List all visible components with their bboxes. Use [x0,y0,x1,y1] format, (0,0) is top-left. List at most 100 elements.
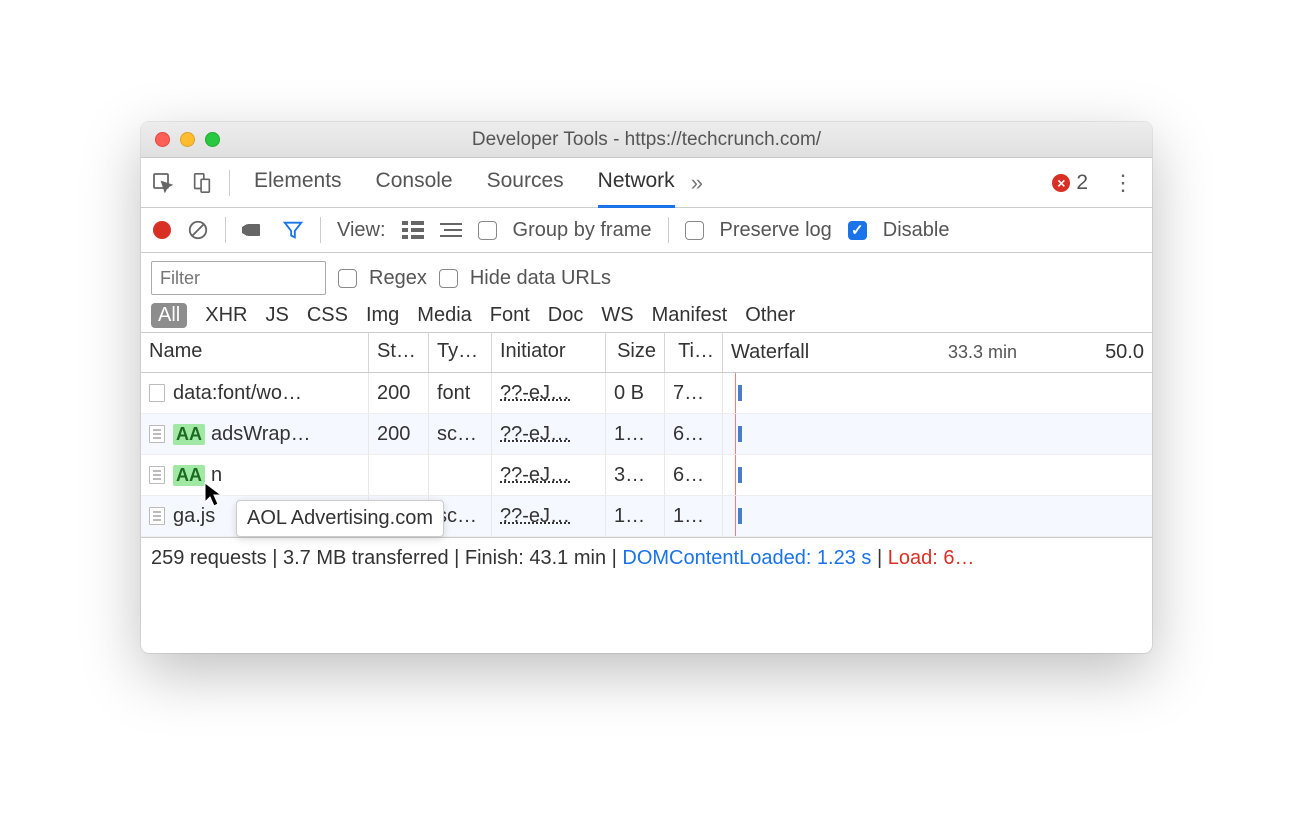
request-initiator[interactable]: ??-eJ… [492,496,606,536]
request-type: font [429,373,492,413]
table-row[interactable]: data:font/wo… 200 font ??-eJ… 0 B 7… [141,373,1152,414]
table-row[interactable]: AAn ??-eJ… 3… 6… [141,455,1152,496]
tab-sources[interactable]: Sources [487,157,564,208]
col-name[interactable]: Name [141,333,369,372]
request-waterfall [723,414,1152,454]
clear-icon[interactable] [187,219,209,241]
request-time: 7… [665,373,723,413]
window-max-icon[interactable] [205,132,220,147]
request-initiator[interactable]: ??-eJ… [492,373,606,413]
request-initiator[interactable]: ??-eJ… [492,455,606,495]
view-small-icon[interactable] [440,221,462,239]
separator [320,217,321,243]
filter-js[interactable]: JS [265,304,288,327]
request-status [369,455,429,495]
capture-icon[interactable] [242,221,266,239]
tab-elements[interactable]: Elements [254,157,342,208]
filter-manifest[interactable]: Manifest [652,304,728,327]
regex-label: Regex [369,267,427,290]
filter-img[interactable]: Img [366,304,399,327]
menu-icon[interactable]: ⋮ [1104,170,1142,196]
disable-label: Disable [883,219,950,242]
record-icon[interactable] [153,221,171,239]
tab-console[interactable]: Console [376,157,453,208]
request-status: 200 [369,414,429,454]
file-icon [149,507,165,525]
window-title: Developer Tools - https://techcrunch.com… [472,129,821,151]
request-size: 1… [606,496,665,536]
request-size: 1… [606,414,665,454]
more-tabs-icon[interactable]: » [691,170,703,196]
tab-network[interactable]: Network [598,157,675,208]
file-icon [149,425,165,443]
filter-input[interactable] [151,261,326,295]
hide-urls-label: Hide data URLs [470,267,611,290]
request-size: 3… [606,455,665,495]
request-waterfall [723,455,1152,495]
col-type[interactable]: Ty… [429,333,492,372]
filter-all[interactable]: All [151,303,187,328]
main-toolbar: Elements Console Sources Network » 2 ⋮ [141,158,1152,208]
ad-badge-icon: AA [173,424,205,445]
inspect-icon[interactable] [151,171,175,195]
request-time: 6… [665,414,723,454]
filter-icon[interactable] [282,219,304,241]
error-icon [1052,174,1070,192]
request-status: 200 [369,373,429,413]
status-finish: Finish: 43.1 min [465,547,606,570]
request-size: 0 B [606,373,665,413]
request-time: 6… [665,455,723,495]
error-count[interactable]: 2 [1052,171,1088,195]
filter-css[interactable]: CSS [307,304,348,327]
separator [225,217,226,243]
request-time: 1… [665,496,723,536]
file-icon [149,466,165,484]
col-initiator[interactable]: Initiator [492,333,606,372]
filter-other[interactable]: Other [745,304,795,327]
request-waterfall [723,373,1152,413]
waterfall-tick: 33.3 min [948,342,1017,363]
col-status[interactable]: St… [369,333,429,372]
window-close-icon[interactable] [155,132,170,147]
file-icon [149,384,165,402]
request-name: data:font/wo… [173,382,302,405]
preserve-checkbox[interactable] [685,221,704,240]
devtools-window: Developer Tools - https://techcrunch.com… [141,122,1152,653]
filter-font[interactable]: Font [490,304,530,327]
request-name: adsWrap… [211,423,311,446]
waterfall-label: Waterfall [731,341,809,364]
separator [668,217,669,243]
error-number: 2 [1076,171,1088,195]
network-toolbar: View: Group by frame Preserve log Disabl… [141,208,1152,253]
request-type: sc… [429,414,492,454]
traffic-lights [155,132,220,147]
filter-media[interactable]: Media [417,304,471,327]
col-size[interactable]: Size [606,333,665,372]
request-waterfall [723,496,1152,536]
disable-checkbox[interactable] [848,221,867,240]
status-load: Load: 6… [888,547,975,570]
col-waterfall[interactable]: Waterfall 33.3 min 50.0 [723,333,1152,372]
tooltip: AOL Advertising.com [236,500,444,537]
request-name: n [211,464,222,487]
table-row[interactable]: AA adsWrap… 200 sc… ??-eJ… 1… 6… [141,414,1152,455]
device-icon[interactable] [191,172,213,194]
group-checkbox[interactable] [478,221,497,240]
col-time[interactable]: Ti… [665,333,723,372]
filter-xhr[interactable]: XHR [205,304,247,327]
filter-ws[interactable]: WS [601,304,633,327]
filter-doc[interactable]: Doc [548,304,584,327]
status-transferred: 3.7 MB transferred [283,547,449,570]
window-min-icon[interactable] [180,132,195,147]
view-large-icon[interactable] [402,221,424,239]
separator [229,170,230,196]
regex-checkbox[interactable] [338,269,357,288]
request-type [429,455,492,495]
view-label: View: [337,219,386,242]
waterfall-end: 50.0 [1105,341,1144,364]
hide-urls-checkbox[interactable] [439,269,458,288]
table-header: Name St… Ty… Initiator Size Ti… Waterfal… [141,333,1152,373]
request-initiator[interactable]: ??-eJ… [492,414,606,454]
preserve-label: Preserve log [720,219,832,242]
request-name: ga.js [173,505,215,528]
